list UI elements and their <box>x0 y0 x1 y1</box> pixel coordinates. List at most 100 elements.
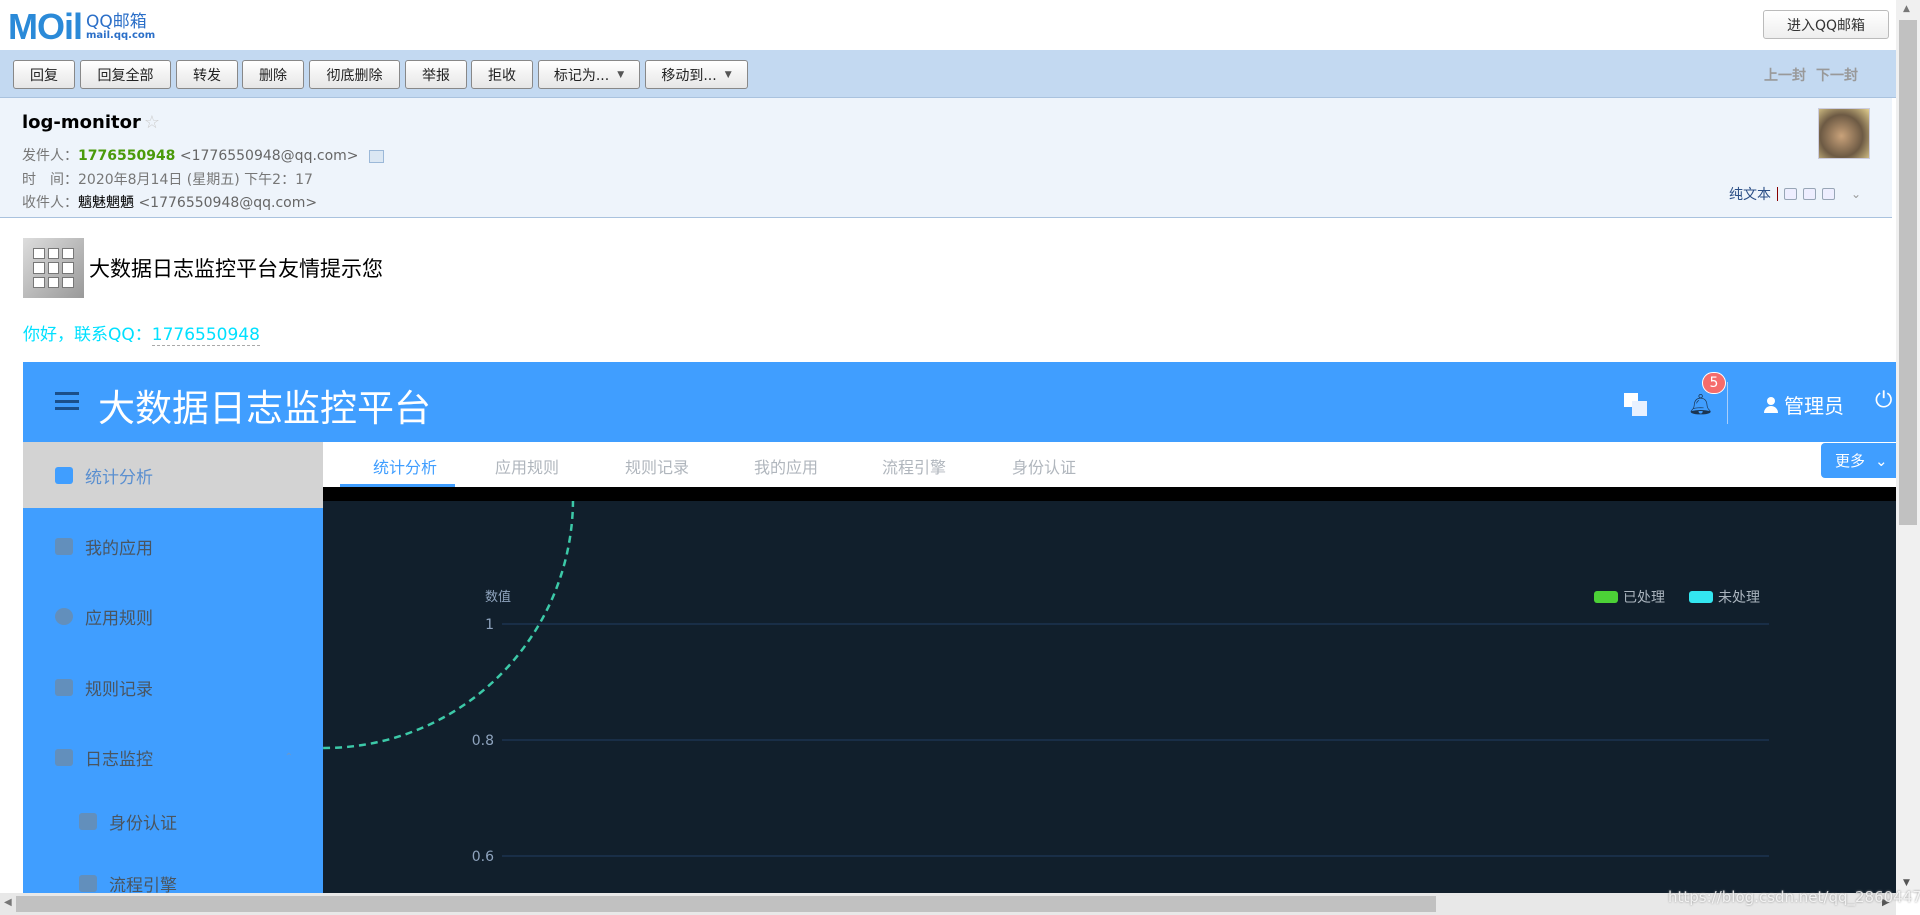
scroll-left-icon[interactable]: ◀ <box>4 897 12 908</box>
horizontal-scroll-thumb[interactable] <box>16 896 1436 912</box>
horizontal-scrollbar[interactable]: ◀ ▶ <box>0 893 1896 915</box>
sidebar-item-label: 日志监控 <box>85 749 153 770</box>
tab-app-rules[interactable]: 应用规则 <box>495 454 559 478</box>
embedded-dashboard-screenshot: 1 0.8 0.6 数值 已处理 未处理 大数据日志监控平台 🔔︎ 5 管理员 ⏻ 统计分… <box>23 362 1896 893</box>
sender-name[interactable]: 1776550948 <box>78 148 175 164</box>
tab-stats[interactable]: 统计分析 <box>373 454 437 478</box>
sidebar-item-identity-auth[interactable]: 身份认证 <box>23 788 323 854</box>
reply-button[interactable]: 回复 <box>13 60 75 89</box>
logo-mark: MOil <box>8 6 83 47</box>
mail-time: 2020年8月14日 (星期五) 下午2：17 <box>78 172 313 188</box>
black-strip <box>323 487 1896 501</box>
mail-toolbar: 回复 回复全部 转发 删除 彻底删除 举报 拒收 标记为... ▼ 移动到... ▼… <box>0 50 1896 98</box>
sidebar-item-my-apps[interactable]: 我的应用 <box>23 513 323 579</box>
divider <box>1777 187 1778 201</box>
move-to-label: 移动到... <box>661 67 717 84</box>
caret-down-icon: ▼ <box>617 69 625 80</box>
sender-avatar <box>1818 108 1870 159</box>
vertical-scrollbar[interactable]: ▲ ▼ <box>1896 0 1920 893</box>
time-label: 时 间： <box>22 172 78 188</box>
expand-icon[interactable]: ⌄ <box>1851 187 1861 201</box>
forward-button[interactable]: 转发 <box>176 60 238 89</box>
user-icon <box>1764 396 1778 413</box>
contact-card-icon[interactable] <box>368 149 384 163</box>
mail-body-title: 大数据日志监控平台友情提示您 <box>89 257 383 281</box>
cube-logo-image <box>23 238 84 298</box>
download-icon[interactable] <box>1803 188 1816 200</box>
from-label: 发件人： <box>22 148 78 164</box>
sidebar-item-rule-records[interactable]: 规则记录 <box>23 654 323 720</box>
y-axis-label: 数值 <box>485 589 511 605</box>
dashboard-sidebar: 统计分析 我的应用 应用规则 规则记录 日志监控 ⌃ 身份认证 流程引擎 <box>23 442 323 893</box>
delete-button[interactable]: 删除 <box>242 60 304 89</box>
notification-badge: 5 <box>1702 372 1726 394</box>
translate-icon[interactable] <box>1623 392 1647 416</box>
y-tick-label: 0.6 <box>472 849 494 865</box>
tab-rule-records[interactable]: 规则记录 <box>625 454 689 478</box>
sidebar-item-label: 我的应用 <box>85 538 153 559</box>
reject-button[interactable]: 拒收 <box>471 60 533 89</box>
sender-address: <1776550948@qq.com> <box>179 148 359 164</box>
legend-label: 未处理 <box>1718 590 1760 606</box>
chart-icon <box>55 466 73 484</box>
tab-workflow-engine[interactable]: 流程引擎 <box>882 454 946 478</box>
vertical-scroll-thumb[interactable] <box>1899 20 1917 525</box>
sidebar-item-log-monitor[interactable]: 日志监控 ⌃ <box>23 724 323 790</box>
print-icon[interactable] <box>1822 188 1835 200</box>
scroll-down-icon[interactable]: ▼ <box>1903 878 1910 888</box>
chevron-up-icon: ⌃ <box>284 751 293 763</box>
sidebar-item-stats[interactable]: 统计分析 <box>23 442 323 508</box>
prev-mail-link[interactable]: 上一封 <box>1764 65 1806 85</box>
greeting-text: 你好，联系QQ： <box>23 325 152 345</box>
logo-domain: mail.qq.com <box>86 29 156 41</box>
legend-swatch <box>1594 591 1618 603</box>
gear-icon <box>55 607 73 625</box>
tab-identity-auth[interactable]: 身份认证 <box>1012 454 1076 478</box>
more-label: 更多 <box>1835 452 1866 470</box>
report-button[interactable]: 举报 <box>405 60 467 89</box>
mail-header: log-monitor ☆ 发件人：1776550948 <1776550948@… <box>0 98 1892 218</box>
legend-swatch <box>1689 591 1713 603</box>
next-mail-link[interactable]: 下一封 <box>1816 65 1858 85</box>
dashboard-title: 大数据日志监控平台 <box>98 387 431 430</box>
y-tick-label: 1 <box>485 617 494 633</box>
grid-icon <box>55 537 73 555</box>
record-icon <box>55 678 73 696</box>
plain-text-link[interactable]: 纯文本 <box>1729 184 1771 204</box>
y-tick-label: 0.8 <box>472 733 494 749</box>
permanent-delete-button[interactable]: 彻底删除 <box>309 60 400 89</box>
to-label: 收件人： <box>22 195 78 211</box>
sidebar-item-app-rules[interactable]: 应用规则 <box>23 583 323 649</box>
qq-number-link[interactable]: 1776550948 <box>151 325 260 346</box>
caret-down-icon: ▼ <box>724 69 732 80</box>
tab-my-apps[interactable]: 我的应用 <box>754 454 818 478</box>
mail-subject: log-monitor <box>22 112 141 133</box>
user-menu[interactable]: 管理员 <box>1764 390 1844 419</box>
sidebar-item-label: 统计分析 <box>85 467 153 488</box>
hamburger-menu-icon[interactable] <box>55 392 79 410</box>
dashboard-header: 大数据日志监控平台 🔔︎ 5 管理员 ⏻ <box>23 362 1896 442</box>
sidebar-item-label: 规则记录 <box>85 679 153 700</box>
scroll-up-icon[interactable]: ▲ <box>1903 4 1910 14</box>
logo-name: QQ邮箱 <box>86 11 147 32</box>
sidebar-item-workflow-engine[interactable]: 流程引擎 <box>23 850 323 893</box>
reply-all-button[interactable]: 回复全部 <box>80 60 171 89</box>
qq-mail-logo: MOil QQ邮箱 mail.qq.com <box>8 6 155 48</box>
recipient-name[interactable]: 魑魅魍魉 <box>78 195 134 211</box>
mark-as-label: 标记为... <box>553 67 610 84</box>
sidebar-item-label: 身份认证 <box>109 813 177 834</box>
power-icon[interactable]: ⏻ <box>1875 388 1892 413</box>
mark-as-dropdown[interactable]: 标记为... ▼ <box>538 60 640 89</box>
note-icon[interactable] <box>1784 188 1797 200</box>
legend-label: 已处理 <box>1623 590 1665 606</box>
user-name: 管理员 <box>1784 394 1844 418</box>
chevron-down-icon: ⌄ <box>1875 451 1888 470</box>
greeting-line: 你好，联系QQ：1776550948 <box>23 320 260 346</box>
sidebar-item-label: 应用规则 <box>85 608 153 629</box>
move-to-dropdown[interactable]: 移动到... ▼ <box>645 60 748 89</box>
enter-qq-mail-button[interactable]: 进入QQ邮箱 <box>1763 10 1889 39</box>
watermark: https://blog.csdn.net/qq_28604473 <box>1668 888 1920 906</box>
more-dropdown[interactable]: 更多 ⌄ <box>1821 443 1896 478</box>
bell-icon[interactable]: 🔔︎ <box>1688 392 1713 416</box>
star-icon[interactable]: ☆ <box>144 112 160 133</box>
